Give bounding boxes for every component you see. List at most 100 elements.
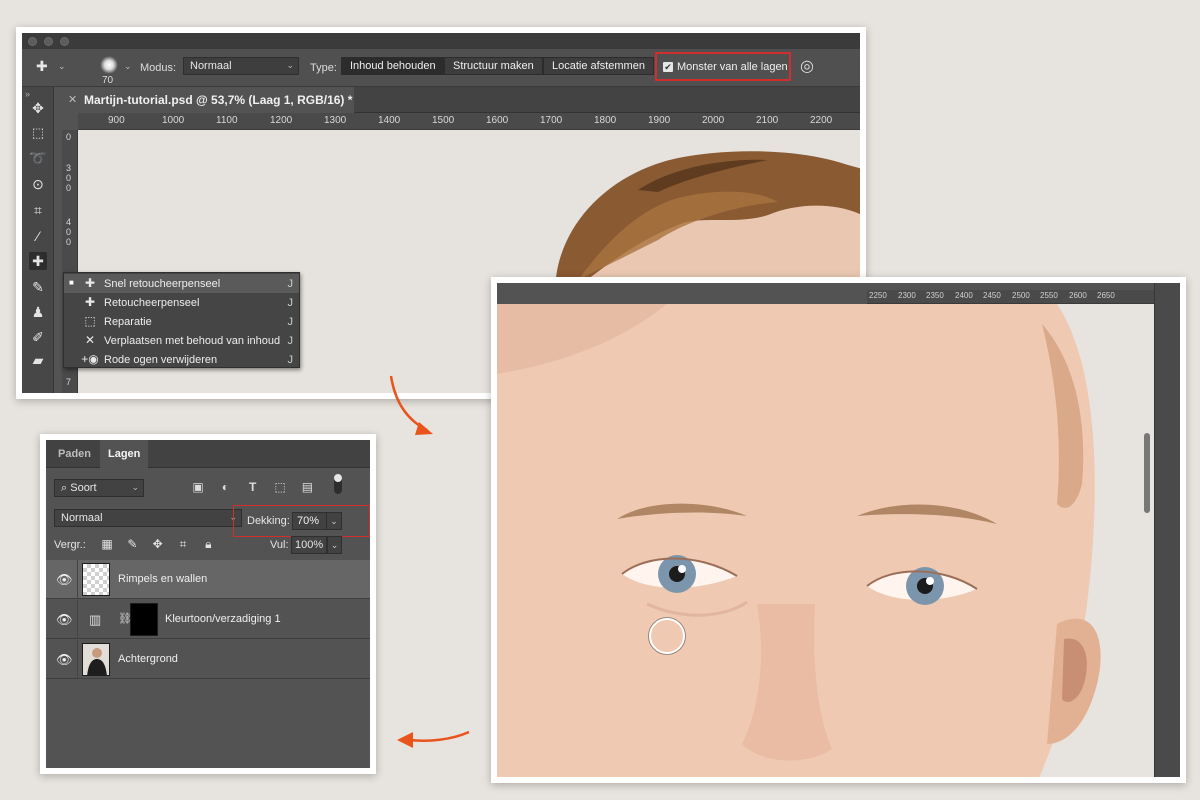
horizontal-ruler: 900 1000 1100 1200 1300 1400 1500 1600 1… (78, 113, 860, 130)
panel-tabs: Paden Lagen (46, 440, 370, 468)
ruler-tick-label: 4 (66, 217, 72, 227)
visibility-eye-icon[interactable]: 👁︎ (56, 612, 73, 628)
collapse-panel-icon[interactable]: » (25, 89, 30, 99)
right-screenshot: 2250 2300 2350 2400 2450 2500 2550 2600 … (491, 277, 1186, 783)
portrait-face (497, 304, 1101, 777)
shape-layer-filter-icon[interactable]: ⬚ (268, 480, 292, 494)
type-content-aware-button[interactable]: Inhoud behouden (341, 57, 445, 75)
lock-pixels-icon[interactable]: ✎ (121, 537, 143, 551)
kind-filter-select[interactable]: ⌕ Soort ⌄ (54, 479, 144, 497)
brush-tool-icon[interactable]: ✎ (29, 278, 47, 296)
smart-object-filter-icon[interactable]: ▤ (295, 480, 319, 494)
quick-select-tool-icon[interactable]: ⊙ (29, 175, 47, 193)
lock-label: Vergr.: (54, 539, 86, 551)
mode-value: Normaal (190, 60, 232, 72)
visibility-eye-icon[interactable]: 👁︎ (56, 652, 73, 668)
opacity-label: Dekking: (247, 515, 290, 527)
fill-chevron-icon[interactable]: ⌄ (327, 536, 342, 554)
tab-layers[interactable]: Lagen (100, 440, 149, 468)
checkbox-checked-icon: ✔ (663, 62, 673, 72)
eyedropper-tool-icon[interactable]: ⁄ (29, 227, 47, 245)
brush-picker-chevron-icon[interactable]: ⌄ (124, 61, 132, 72)
ruler-tick-label: 2400 (955, 291, 973, 300)
clone-stamp-tool-icon[interactable]: ♟ (29, 303, 47, 321)
chevron-down-icon: ⌄ (131, 482, 139, 492)
layer-mask-thumbnail[interactable] (130, 603, 158, 636)
lock-position-icon[interactable]: ✥ (147, 537, 169, 551)
lock-fill-row: Vergr.: ▦ ✎ ✥ ⌗ 🔒︎ Vul: 100% ⌄ (46, 534, 370, 558)
flyout-item-spot-healing-brush[interactable]: ■ ✚ Snel retoucheerpenseel J (64, 274, 299, 293)
flyout-item-label: Verplaatsen met behoud van inhoud (104, 335, 281, 347)
marquee-tool-icon[interactable]: ⬚ (29, 124, 47, 142)
document-tab-bar: ✕ Martijn-tutorial.psd @ 53,7% (Laag 1, … (54, 87, 860, 113)
blend-mode-select[interactable]: Normaal ⌄ (54, 509, 242, 527)
flyout-item-label: Rode ogen verwijderen (104, 354, 218, 366)
flyout-item-shortcut: J (287, 316, 294, 328)
lock-transparency-icon[interactable]: ▦ (96, 537, 118, 551)
lasso-tool-icon[interactable]: ➰ (29, 149, 47, 167)
type-label: Type: (310, 62, 337, 74)
visibility-eye-icon[interactable]: 👁︎ (56, 572, 73, 588)
spot-healing-brush-icon[interactable]: ✚ (36, 58, 48, 75)
ruler-tick-label: 2450 (983, 291, 1001, 300)
zoom-window-button[interactable] (60, 37, 69, 46)
document-title: Martijn-tutorial.psd @ 53,7% (Laag 1, RG… (84, 93, 353, 107)
fill-label: Vul: (270, 539, 289, 551)
lock-all-icon[interactable]: 🔒︎ (197, 537, 219, 552)
ruler-tick-label: 1200 (270, 115, 293, 126)
document-tab[interactable]: ✕ Martijn-tutorial.psd @ 53,7% (Laag 1, … (54, 87, 354, 113)
lock-artboard-icon[interactable]: ⌗ (172, 537, 194, 552)
type-proximity-match-button[interactable]: Locatie afstemmen (543, 57, 654, 75)
ruler-tick-label: 3 (66, 163, 72, 173)
ruler-tick-label: 1100 (216, 115, 238, 126)
close-window-button[interactable] (28, 37, 37, 46)
crop-tool-icon[interactable]: ⌗ (29, 201, 47, 219)
opacity-chevron-icon[interactable]: ⌄ (326, 512, 342, 530)
document-canvas[interactable] (497, 304, 1154, 777)
ruler-tick-label: 900 (108, 115, 125, 126)
vertical-scrollbar[interactable] (1144, 433, 1150, 513)
layer-row[interactable]: 👁︎ Achtergrond (46, 640, 370, 679)
flyout-item-healing-brush[interactable]: ✚ Retoucheerpenseel J (64, 293, 299, 312)
mode-select[interactable]: Normaal ⌄ (183, 57, 299, 75)
tool-preset-chevron-icon[interactable]: ⌄ (58, 61, 66, 72)
flyout-item-label: Reparatie (104, 316, 152, 328)
sample-all-layers-checkbox[interactable]: ✔ Monster van alle lagen (655, 52, 791, 81)
ruler-tick-label: 7 (66, 377, 72, 387)
flyout-item-patch[interactable]: ⬚ Reparatie J (64, 312, 299, 331)
ruler-tick-label: 2100 (756, 115, 779, 126)
spot-healing-brush-icon: ✚ (84, 276, 96, 290)
ruler-tick-label: 2000 (702, 115, 725, 126)
ruler-tick-label: 2600 (1069, 291, 1087, 300)
layer-row[interactable]: 👁︎ Rimpels en wallen (46, 560, 370, 599)
ruler-tick-label: 1300 (324, 115, 347, 126)
close-tab-icon[interactable]: ✕ (68, 93, 77, 106)
ruler-tick-label: 1700 (540, 115, 563, 126)
healing-brush-tool-icon[interactable]: ✚ (29, 252, 47, 270)
kind-filter-value: Soort (70, 482, 97, 494)
layer-thumbnail (82, 643, 110, 676)
pixel-layer-filter-icon[interactable]: ▣ (186, 480, 210, 494)
patch-tool-icon: ⬚ (84, 314, 96, 328)
tab-paths[interactable]: Paden (50, 440, 99, 468)
adjustment-layer-filter-icon[interactable]: ◐ (213, 480, 237, 494)
ruler-tick-label: 2550 (1040, 291, 1058, 300)
divider (77, 560, 78, 598)
minimize-window-button[interactable] (44, 37, 53, 46)
type-layer-filter-icon[interactable]: T (241, 480, 265, 494)
flyout-item-content-aware-move[interactable]: ✕ Verplaatsen met behoud van inhoud J (64, 331, 299, 350)
pressure-size-icon[interactable]: ◎ (800, 56, 814, 76)
blend-mode-value: Normaal (61, 512, 103, 524)
type-create-texture-button[interactable]: Structuur maken (444, 57, 543, 75)
brush-preview-icon[interactable] (100, 56, 118, 74)
flyout-item-red-eye[interactable]: +◉ Rode ogen verwijderen J (64, 350, 299, 369)
horizontal-ruler: 2250 2300 2350 2400 2450 2500 2550 2600 … (867, 290, 1154, 304)
divider (77, 600, 78, 638)
eraser-tool-icon[interactable]: ▰ (29, 351, 47, 369)
move-tool-icon[interactable]: ✥ (29, 99, 47, 117)
filter-toggle[interactable] (334, 474, 342, 494)
layer-row[interactable]: 👁︎ ▥ ⛓︎ Kleurtoon/verzadiging 1 (46, 600, 370, 639)
fill-input[interactable]: 100% (291, 536, 327, 554)
history-brush-tool-icon[interactable]: ✐ (29, 328, 47, 346)
layer-thumbnail (82, 563, 110, 596)
